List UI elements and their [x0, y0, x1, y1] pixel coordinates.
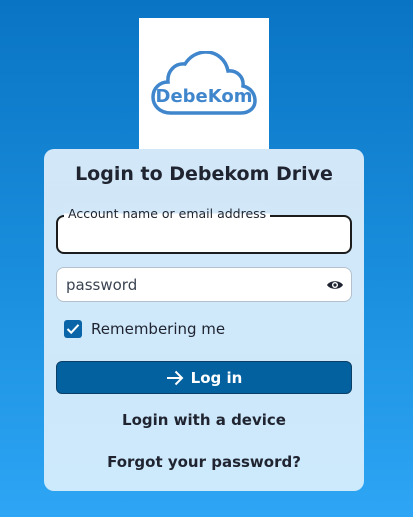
- log-in-label: Log in: [190, 368, 243, 387]
- account-field[interactable]: Account name or email address: [56, 206, 352, 254]
- login-card: Login to Debekom Drive Account name or e…: [44, 149, 364, 491]
- logo-text: DebeKom: [156, 86, 253, 107]
- remember-me-checkbox[interactable]: [64, 320, 82, 338]
- forgot-password-link[interactable]: Forgot your password?: [44, 453, 364, 471]
- account-field-label: Account name or email address: [64, 206, 271, 221]
- password-field[interactable]: password: [56, 267, 352, 302]
- eye-icon[interactable]: [326, 277, 344, 293]
- logo-panel: DebeKom: [139, 18, 269, 150]
- arrow-right-icon: [166, 370, 184, 386]
- cloud-logo-icon: DebeKom: [151, 51, 257, 115]
- login-with-device-link[interactable]: Login with a device: [44, 411, 364, 429]
- remember-me-label: Remembering me: [91, 320, 226, 338]
- log-in-button[interactable]: Log in: [56, 361, 352, 394]
- password-placeholder: password: [66, 276, 138, 294]
- page-title: Login to Debekom Drive: [75, 163, 333, 185]
- check-icon: [66, 324, 80, 335]
- remember-me-row[interactable]: Remembering me: [64, 320, 225, 338]
